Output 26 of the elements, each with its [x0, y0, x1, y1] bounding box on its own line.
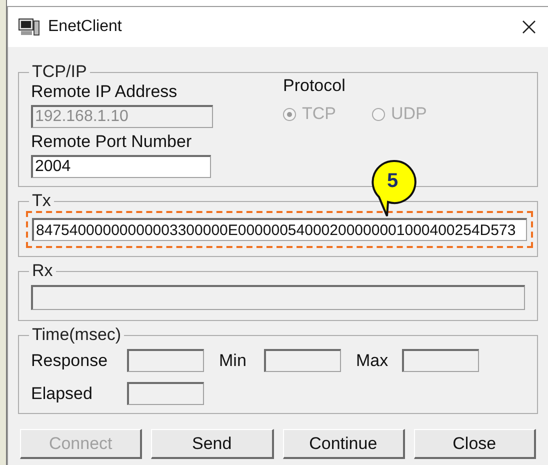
field-label: Response: [31, 350, 109, 370]
time-field[interactable]: [402, 349, 479, 372]
dialog-button[interactable]: Close: [414, 429, 536, 459]
rx-field[interactable]: [31, 285, 525, 310]
callout-label: 5: [387, 170, 398, 192]
time-field[interactable]: [127, 349, 204, 372]
tx-field[interactable]: 84754000000000003300000E00000054000200000001000400254D573: [32, 218, 527, 241]
close-icon[interactable]: [522, 20, 536, 34]
callout-bubble: [369, 159, 419, 217]
dialog-button[interactable]: Send: [151, 429, 274, 459]
field-label: Remote IP Address: [31, 82, 178, 102]
field-label: Protocol: [283, 76, 346, 96]
window-title: EnetClient: [48, 18, 123, 36]
field-label: Min: [219, 350, 248, 370]
group-title: Rx: [31, 261, 54, 281]
port-field[interactable]: 2004: [31, 155, 211, 178]
group-title: TCP/IP: [31, 62, 88, 82]
time-field[interactable]: [264, 349, 341, 372]
time-field[interactable]: [127, 382, 204, 405]
group-title: Tx: [31, 191, 52, 211]
dialog-button[interactable]: Continue: [282, 429, 405, 459]
field-label: Remote Port Number: [31, 132, 193, 152]
field-label: Elapsed: [31, 384, 94, 404]
computer-icon: [18, 18, 40, 36]
group-title: Time(msec): [31, 325, 122, 345]
field-label: Max: [356, 350, 390, 370]
